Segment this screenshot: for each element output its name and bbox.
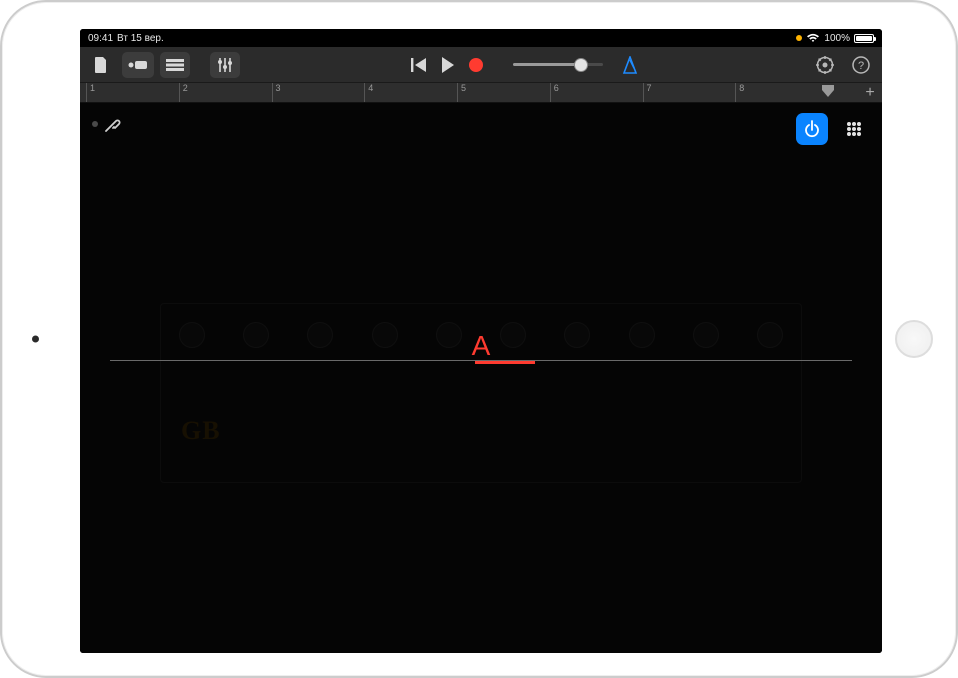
timeline-ruler[interactable]: + 1 2 3 4 5 6 7 8 <box>80 83 882 103</box>
master-volume-slider[interactable] <box>513 63 603 66</box>
input-plug-icon[interactable] <box>102 113 124 135</box>
amp-knob <box>307 322 333 348</box>
ruler-bar: 4 <box>364 83 373 102</box>
ruler-bar: 8 <box>735 83 744 102</box>
ruler-bar: 2 <box>179 83 188 102</box>
screen: 09:41 Вт 15 вер. 100% <box>80 29 882 653</box>
add-section-button[interactable]: + <box>862 85 878 101</box>
home-button[interactable] <box>895 320 933 358</box>
end-of-song-marker-icon[interactable] <box>820 83 836 99</box>
tuner-note: A <box>472 330 491 362</box>
amp-knob <box>179 322 205 348</box>
tuner-button[interactable] <box>796 113 828 145</box>
location-indicator-icon <box>796 35 802 41</box>
wifi-icon <box>806 33 820 43</box>
battery-icon <box>854 34 874 43</box>
ruler-bar: 1 <box>86 83 95 102</box>
tracks-view-button[interactable] <box>160 52 190 78</box>
status-time: 09:41 <box>88 33 113 44</box>
instrument-workspace: GB A <box>80 103 882 653</box>
amp-knob <box>436 322 462 348</box>
amp-knob <box>243 322 269 348</box>
volume-thumb[interactable] <box>574 58 588 72</box>
amp-knob <box>757 322 783 348</box>
amp-logo: GB <box>181 416 221 446</box>
battery-percent: 100% <box>824 33 850 44</box>
ruler-bar: 5 <box>457 83 466 102</box>
amp-knob <box>629 322 655 348</box>
amp-knob <box>372 322 398 348</box>
play-button[interactable] <box>441 57 455 73</box>
tuner-indicator <box>475 361 535 364</box>
track-controls-button[interactable] <box>210 52 240 78</box>
sound-browser-button[interactable] <box>122 52 154 78</box>
go-to-beginning-button[interactable] <box>411 58 427 72</box>
metronome-button[interactable] <box>621 56 639 74</box>
amp-knob <box>500 322 526 348</box>
transport-controls <box>411 57 483 73</box>
ruler-bar: 3 <box>272 83 281 102</box>
tuner-baseline <box>110 360 852 361</box>
amp-knob <box>693 322 719 348</box>
svg-text:?: ? <box>858 60 864 72</box>
status-bar: 09:41 Вт 15 вер. 100% <box>80 29 882 47</box>
help-button[interactable]: ? <box>846 52 876 78</box>
input-level-indicator-icon <box>92 121 98 127</box>
record-button[interactable] <box>469 58 483 72</box>
amp-knob <box>564 322 590 348</box>
ipad-frame: 09:41 Вт 15 вер. 100% <box>0 0 958 678</box>
main-toolbar: ? <box>80 47 882 83</box>
settings-button[interactable] <box>810 52 840 78</box>
my-songs-button[interactable] <box>86 52 116 78</box>
ruler-bar: 7 <box>643 83 652 102</box>
tuner-display: A <box>80 360 882 361</box>
front-camera <box>32 336 39 343</box>
status-date: Вт 15 вер. <box>117 33 164 44</box>
amp-controls-button[interactable] <box>838 113 870 145</box>
ruler-bar: 6 <box>550 83 559 102</box>
